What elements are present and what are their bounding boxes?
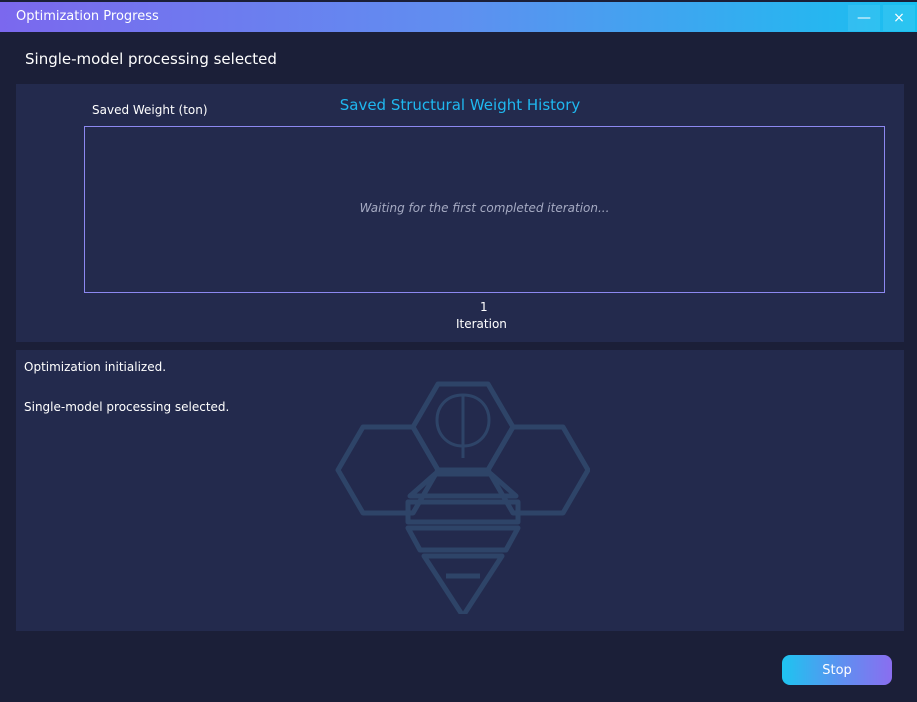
window-title: Optimization Progress	[16, 9, 159, 24]
y-axis-label: Saved Weight (ton)	[92, 103, 208, 117]
plot-area: Waiting for the first completed iteratio…	[84, 126, 885, 293]
log-line: Single-model processing selected.	[24, 400, 230, 414]
optimization-progress-window: Optimization Progress — × Single-model p…	[0, 0, 917, 702]
log-panel: Optimization initialized. Single-model p…	[16, 350, 904, 631]
title-bar[interactable]: Optimization Progress — ×	[0, 2, 917, 32]
status-text: Single-model processing selected	[25, 50, 277, 68]
stop-button[interactable]: Stop	[782, 655, 892, 685]
bee-hexagon-logo-icon	[335, 381, 590, 614]
x-axis-label: Iteration	[456, 317, 507, 331]
waiting-message: Waiting for the first completed iteratio…	[359, 201, 610, 215]
close-button[interactable]: ×	[883, 5, 915, 31]
log-line: Optimization initialized.	[24, 360, 167, 374]
minimize-button[interactable]: —	[848, 5, 880, 31]
chart-panel: Saved Structural Weight History Saved We…	[16, 84, 904, 342]
x-tick-label: 1	[480, 300, 488, 314]
